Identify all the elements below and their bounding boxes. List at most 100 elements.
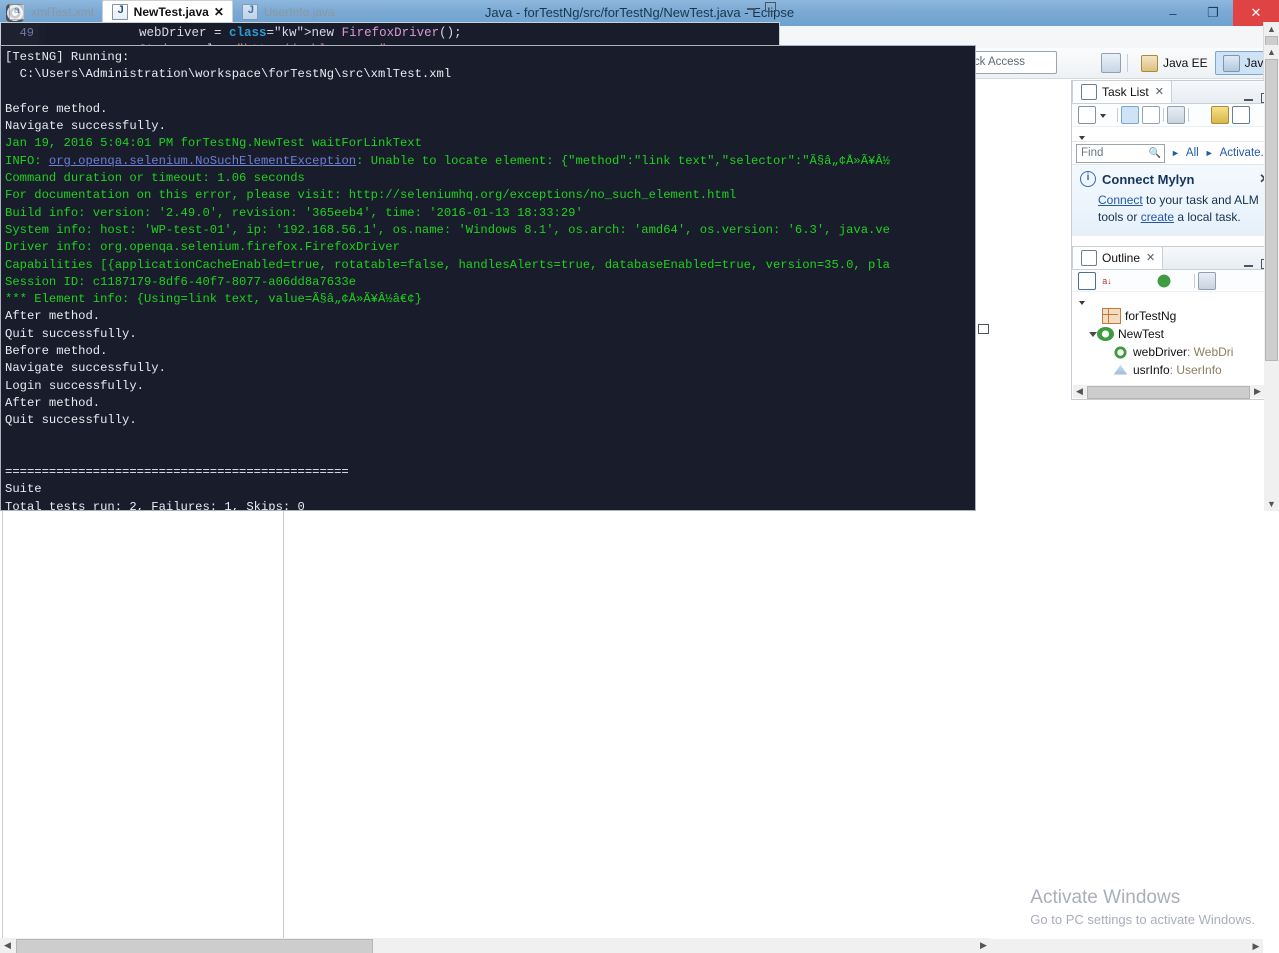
outline-tree: forTestNg NewTest webDriver : WebDri usr… (1072, 305, 1278, 379)
search-icon[interactable]: 🔍 (1149, 145, 1161, 162)
outline-view-menu-row (1072, 292, 1278, 305)
mylyn-connect-link[interactable]: Connect (1098, 193, 1143, 207)
new-task-icon[interactable] (1078, 106, 1096, 124)
code-line: webDriver = class="kw">new FirefoxDriver… (49, 26, 462, 40)
outline-item-label: forTestNg (1125, 309, 1177, 323)
tab-task-list-label: Task List (1102, 84, 1149, 99)
outline-item-newtest[interactable]: NewTest (1078, 325, 1278, 343)
categorized-presentation-icon[interactable] (1121, 106, 1139, 124)
exception-link[interactable]: org.openqa.selenium.NoSuchElementExcepti… (49, 154, 356, 168)
minimize-button[interactable]: – (1153, 0, 1193, 26)
console-line: Build info: version: '2.49.0', revision:… (5, 205, 583, 220)
maximize-view-icon[interactable] (978, 323, 989, 334)
maximize-view-icon[interactable] (765, 2, 776, 12)
hide-fields-icon[interactable] (1118, 273, 1134, 289)
outline-item-usrinfo[interactable]: usrInfo : UserInfo (1078, 361, 1278, 379)
view-menu-icon[interactable] (1078, 128, 1091, 140)
scroll-up-icon[interactable]: ▲ (1264, 45, 1279, 59)
scroll-left-icon[interactable]: ◀ (1073, 385, 1086, 398)
task-list-view: Task List ✕ Find 🔍 ► All ► Activate... i… (1071, 80, 1279, 247)
outline-tabrow: Outline ✕ (1072, 246, 1278, 270)
scroll-down-icon[interactable]: ▼ (1264, 497, 1279, 511)
scheduled-presentation-icon[interactable] (1142, 106, 1160, 124)
close-icon[interactable]: ✕ (1146, 251, 1155, 264)
task-list-tabrow: Task List ✕ (1072, 80, 1278, 104)
show-ui-legend-icon[interactable] (1211, 106, 1229, 124)
filter-all-arrow-icon[interactable]: ► (1171, 148, 1180, 158)
console-output-text[interactable]: [TestNG] Running: C:\Users\Administratio… (0, 45, 976, 511)
tab-outline[interactable]: Outline ✕ (1072, 246, 1164, 269)
tab-newtest-label: NewTest.java (133, 4, 209, 19)
info-icon: i (1080, 171, 1096, 187)
console-line: ========================================… (5, 465, 349, 480)
minimize-view-icon[interactable] (1243, 93, 1254, 103)
filter-activate-link[interactable]: Activate... (1220, 147, 1271, 159)
package-icon (1102, 308, 1121, 324)
find-input[interactable]: Find 🔍 (1076, 143, 1165, 163)
console-line: C:\Users\Administration\workspace\forTes… (5, 67, 452, 82)
expand-arrow-icon[interactable] (1086, 325, 1097, 343)
console-line: Session ID: c1187179-8df6-40f7-8077-a06d… (5, 274, 357, 289)
minimize-view-icon[interactable] (746, 2, 757, 12)
console-line: System info: host: 'WP-test-01', ip: '19… (5, 222, 890, 237)
watermark-title: Activate Windows (1030, 887, 1181, 908)
outline-item-webdriver[interactable]: webDriver : WebDri (1078, 343, 1278, 361)
console-line: [TestNG] Running: (5, 50, 130, 64)
collapse-all-icon[interactable] (1078, 271, 1096, 290)
console-line: Login successfully. (5, 378, 144, 393)
scrollbar-thumb[interactable] (1087, 386, 1250, 399)
console-vertical-scrollbar[interactable]: ▲ ▼ (1264, 45, 1279, 511)
scroll-right-icon[interactable]: ▶ (1249, 939, 1263, 953)
task-list-view-menu-row (1072, 127, 1278, 141)
find-placeholder: Find (1081, 146, 1104, 159)
close-icon[interactable]: ✕ (1155, 85, 1164, 98)
filter-activate-arrow-icon[interactable]: ► (1205, 148, 1214, 158)
scroll-right-icon[interactable]: ▶ (976, 938, 991, 953)
focus-on-workweek-icon[interactable] (1167, 106, 1185, 124)
hide-static-icon[interactable] (1137, 273, 1153, 289)
scroll-left-icon[interactable]: ◀ (0, 938, 15, 953)
class-icon (1097, 327, 1114, 341)
connect-mylyn-title: Connect Mylyn (1102, 171, 1195, 187)
task-repositories-icon[interactable] (1232, 106, 1250, 124)
scroll-right-icon[interactable]: ▶ (1251, 385, 1264, 398)
view-menu-icon[interactable] (1078, 293, 1091, 305)
task-list-toolbar (1072, 104, 1278, 127)
toolbar-separator (1163, 108, 1164, 122)
scroll-up-icon[interactable]: ▲ (1264, 22, 1279, 36)
outline-item-fortestng[interactable]: forTestNg (1078, 307, 1278, 325)
scrollbar-thumb[interactable] (1265, 59, 1278, 361)
hide-local-types-icon[interactable] (1175, 273, 1191, 289)
xml-file-icon (9, 3, 25, 20)
console-line: For documentation on this error, please … (5, 188, 737, 203)
console-line: Total tests run: 2, Failures: 1, Skips: … (5, 499, 305, 511)
console-line: Suite (5, 482, 42, 497)
scrollbar-thumb[interactable] (16, 939, 373, 953)
tab-userinfo-java[interactable]: UserInfo.java (233, 1, 343, 22)
sort-icon[interactable]: a↓ (1099, 273, 1115, 289)
outline-item-type: : UserInfo (1169, 363, 1222, 377)
console-horizontal-scrollbar[interactable]: ◀ ▶ (0, 938, 991, 953)
close-icon[interactable]: ✕ (214, 5, 224, 19)
tab-newtest-java[interactable]: NewTest.java ✕ (101, 0, 233, 22)
mylyn-create-link[interactable]: create (1141, 210, 1174, 224)
filter-all-link[interactable]: All (1186, 147, 1199, 159)
outline-horizontal-scrollbar[interactable]: ◀ ▶ (1073, 385, 1264, 399)
line-number: 49 (19, 26, 34, 40)
watermark-subtitle: Go to PC settings to activate Windows. (1030, 912, 1255, 927)
task-list-find-row: Find 🔍 ► All ► Activate... (1072, 141, 1278, 165)
link-with-editor-icon[interactable] (1198, 271, 1216, 290)
new-task-dropdown-icon[interactable] (1099, 106, 1111, 124)
tab-task-list[interactable]: Task List ✕ (1072, 80, 1172, 103)
tab-xmltest-xml[interactable]: xmlTest.xml (0, 1, 102, 22)
perspective-java-ee[interactable]: Java EE (1133, 51, 1215, 75)
hide-nonpublic-icon[interactable] (1156, 272, 1172, 289)
maximize-button[interactable]: ❐ (1193, 0, 1233, 26)
minimize-view-icon[interactable] (1243, 259, 1254, 269)
open-perspective-icon[interactable] (1100, 53, 1121, 73)
tab-outline-label: Outline (1102, 250, 1141, 265)
field-public-icon (1112, 345, 1129, 359)
console-line: INFO: org.openqa.selenium.NoSuchElementE… (5, 153, 890, 168)
collapse-all-icon[interactable] (1192, 107, 1208, 123)
